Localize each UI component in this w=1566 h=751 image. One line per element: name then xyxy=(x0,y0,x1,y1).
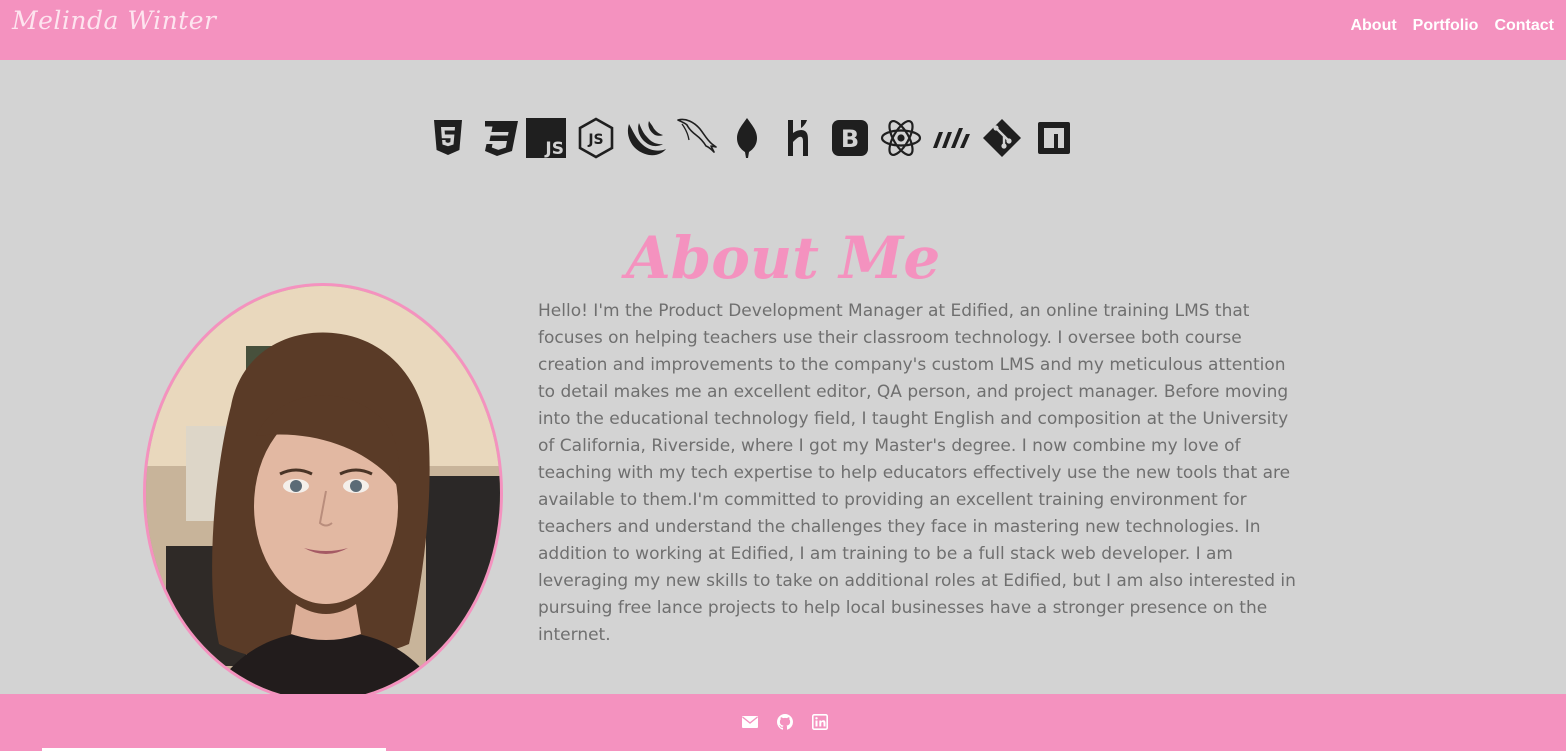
heroku-icon xyxy=(776,116,820,160)
profile-photo xyxy=(143,283,503,703)
svg-text:B: B xyxy=(841,125,859,153)
footer-social-links xyxy=(742,714,828,730)
brand-logo[interactable]: Melinda Winter xyxy=(12,6,217,35)
nav-links: About Portfolio Contact xyxy=(1350,17,1554,35)
mongodb-icon xyxy=(725,116,769,160)
svg-text:JS: JS xyxy=(544,139,564,158)
materialize-icon xyxy=(929,116,973,160)
about-bio: Hello! I'm the Product Development Manag… xyxy=(538,301,1296,645)
svg-text:JS: JS xyxy=(587,132,603,148)
top-navbar: Melinda Winter About Portfolio Contact xyxy=(0,0,1566,60)
javascript-icon: JS xyxy=(524,116,568,160)
footer xyxy=(0,694,1566,751)
npm-icon xyxy=(1032,116,1076,160)
nodejs-icon: JS xyxy=(574,116,618,160)
bootstrap-icon: B xyxy=(828,116,872,160)
nav-link-about[interactable]: About xyxy=(1350,17,1396,35)
git-icon xyxy=(980,116,1024,160)
mysql-icon xyxy=(675,116,719,160)
nav-link-portfolio[interactable]: Portfolio xyxy=(1413,17,1479,35)
skills-icon-row: JS JS B xyxy=(426,116,1076,160)
css3-icon xyxy=(477,116,521,160)
nav-link-contact[interactable]: Contact xyxy=(1494,17,1554,35)
envelope-icon[interactable] xyxy=(742,714,758,730)
about-title: About Me xyxy=(625,223,941,292)
html5-icon xyxy=(426,116,470,160)
jquery-icon xyxy=(624,116,668,160)
linkedin-icon[interactable] xyxy=(812,714,828,730)
github-icon[interactable] xyxy=(777,714,793,730)
react-icon xyxy=(879,116,923,160)
